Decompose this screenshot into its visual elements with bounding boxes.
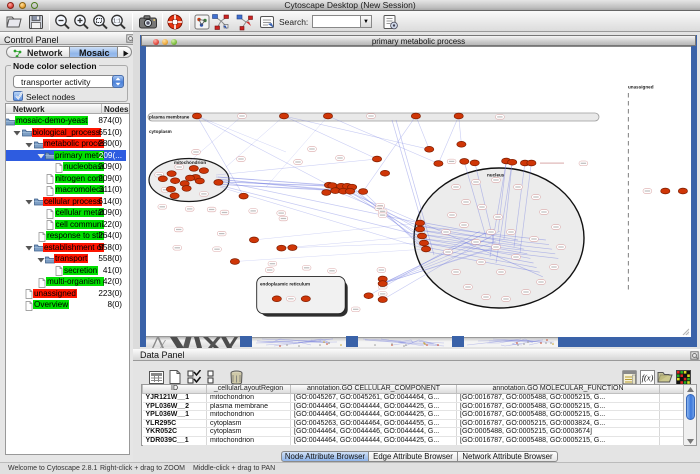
svg-text:1:1: 1:1 [113,19,121,25]
svg-text:cytoplasm: cytoplasm [149,129,172,134]
svg-text:unassigned: unassigned [628,85,654,90]
svg-text:nucleus: nucleus [487,173,505,178]
svg-text:plasma membrane: plasma membrane [149,114,190,119]
svg-text:f(x): f(x) [641,372,653,382]
svg-text:endoplasmic reticulum: endoplasmic reticulum [260,282,310,287]
